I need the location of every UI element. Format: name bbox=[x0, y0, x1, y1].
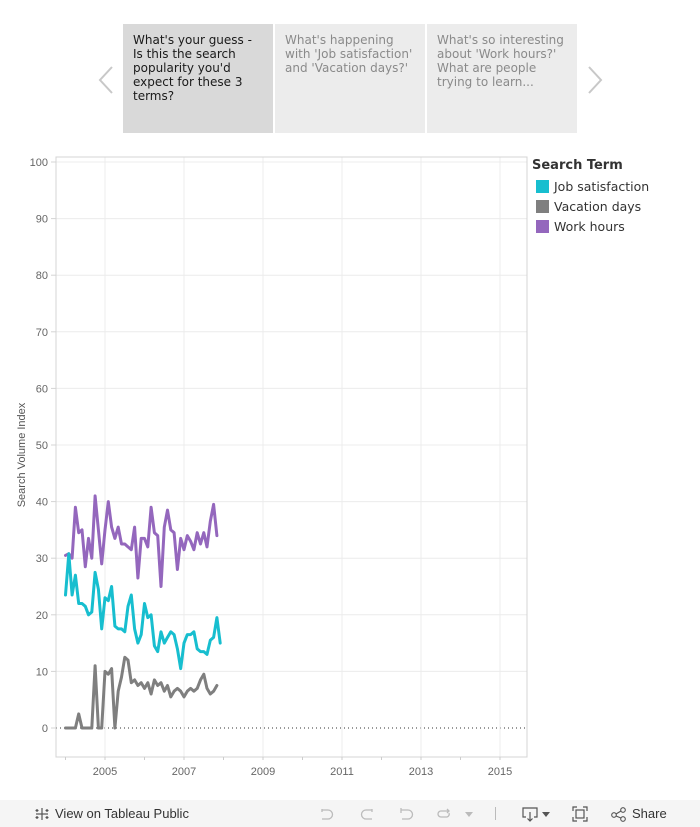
line-chart: 0 10 20 30 40 50 60 70 80 90 100 2005 2007 2009 2011 20… bbox=[0, 145, 700, 790]
chart-canvas: 0 10 20 30 40 50 60 70 80 90 100 2005 2007 2009 2011 20… bbox=[16, 156, 528, 778]
refresh-icon bbox=[437, 808, 450, 818]
download-button[interactable] bbox=[521, 800, 553, 827]
legend-label: Work hours bbox=[554, 218, 625, 234]
y-tick-label: 60 bbox=[36, 383, 48, 395]
y-tick-label: 0 bbox=[42, 723, 48, 735]
y-tick-label: 20 bbox=[36, 610, 48, 622]
story-point-2[interactable]: What's happening with 'Job satisfaction'… bbox=[275, 24, 425, 133]
redo-icon bbox=[360, 808, 373, 820]
revert-button[interactable] bbox=[398, 800, 416, 827]
caret-down-icon bbox=[465, 811, 473, 817]
legend-item-vacation-days[interactable]: Vacation days bbox=[532, 196, 700, 216]
x-tick-label: 2005 bbox=[93, 766, 117, 778]
fullscreen-icon bbox=[572, 805, 588, 822]
x-tick-label: 2015 bbox=[488, 766, 512, 778]
x-tick-label: 2013 bbox=[409, 766, 433, 778]
story-point-3[interactable]: What's so interesting about 'Work hours?… bbox=[427, 24, 577, 133]
share-button[interactable]: Share bbox=[610, 800, 667, 827]
view-on-tableau-public-label: View on Tableau Public bbox=[55, 806, 189, 821]
story-point-label: What's happening with 'Job satisfaction'… bbox=[285, 33, 413, 75]
story-navigator: What's your guess - Is this the search p… bbox=[0, 24, 700, 134]
share-label: Share bbox=[632, 806, 667, 821]
pause-updates-dropdown[interactable] bbox=[464, 800, 474, 827]
series-lines bbox=[64, 494, 222, 730]
gridlines bbox=[56, 157, 527, 757]
share-icon bbox=[611, 806, 626, 822]
y-tick-label: 80 bbox=[36, 270, 48, 282]
y-tick-label: 40 bbox=[36, 497, 48, 509]
next-story-point-button[interactable] bbox=[583, 64, 607, 96]
y-tick-label: 10 bbox=[36, 666, 48, 678]
legend-swatch bbox=[536, 219, 549, 233]
y-tick-label: 50 bbox=[36, 440, 48, 452]
refresh-button[interactable] bbox=[435, 800, 453, 827]
revert-icon bbox=[400, 807, 414, 820]
story-point-1[interactable]: What's your guess - Is this the search p… bbox=[123, 24, 273, 133]
story-point-label: What's your guess - Is this the search p… bbox=[133, 33, 252, 103]
chevron-right-icon bbox=[588, 66, 603, 94]
toolbar-divider bbox=[495, 807, 496, 820]
legend-label: Job satisfaction bbox=[554, 178, 650, 194]
x-tick-label: 2007 bbox=[172, 766, 196, 778]
legend-label: Vacation days bbox=[554, 198, 642, 214]
tableau-toolbar: View on Tableau Public Share bbox=[0, 800, 700, 827]
redo-button[interactable] bbox=[358, 800, 376, 827]
legend-swatch bbox=[536, 199, 549, 213]
x-tick-label: 2011 bbox=[330, 766, 354, 778]
legend-title: Search Term bbox=[532, 158, 623, 173]
y-tick-label: 30 bbox=[36, 553, 48, 565]
view-on-tableau-public-link[interactable]: View on Tableau Public bbox=[33, 800, 189, 827]
previous-story-point-button[interactable] bbox=[94, 64, 118, 96]
story-point-label: What's so interesting about 'Work hours?… bbox=[437, 33, 564, 89]
y-axis-title: Search Volume Index bbox=[16, 402, 28, 507]
undo-icon bbox=[321, 808, 334, 820]
plot-frame bbox=[55, 156, 528, 758]
download-icon bbox=[522, 806, 550, 822]
y-tick-label: 100 bbox=[30, 157, 48, 169]
legend-item-job-satisfaction[interactable]: Job satisfaction bbox=[532, 176, 700, 196]
y-tick-label: 70 bbox=[36, 327, 48, 339]
x-tick-label: 2009 bbox=[251, 766, 275, 778]
series-line-job-satisfaction[interactable] bbox=[64, 552, 222, 671]
series-line-vacation-days[interactable] bbox=[64, 655, 219, 730]
tableau-logo-icon bbox=[35, 807, 49, 820]
legend-item-work-hours[interactable]: Work hours bbox=[532, 216, 700, 236]
y-tick-label: 90 bbox=[36, 214, 48, 226]
legend: Search Term Job satisfaction Vacation da… bbox=[532, 158, 700, 236]
chevron-left-icon bbox=[98, 66, 113, 94]
fullscreen-button[interactable] bbox=[571, 800, 589, 827]
undo-button[interactable] bbox=[318, 800, 336, 827]
series-line-work-hours[interactable] bbox=[64, 494, 219, 588]
legend-swatch bbox=[536, 179, 549, 193]
